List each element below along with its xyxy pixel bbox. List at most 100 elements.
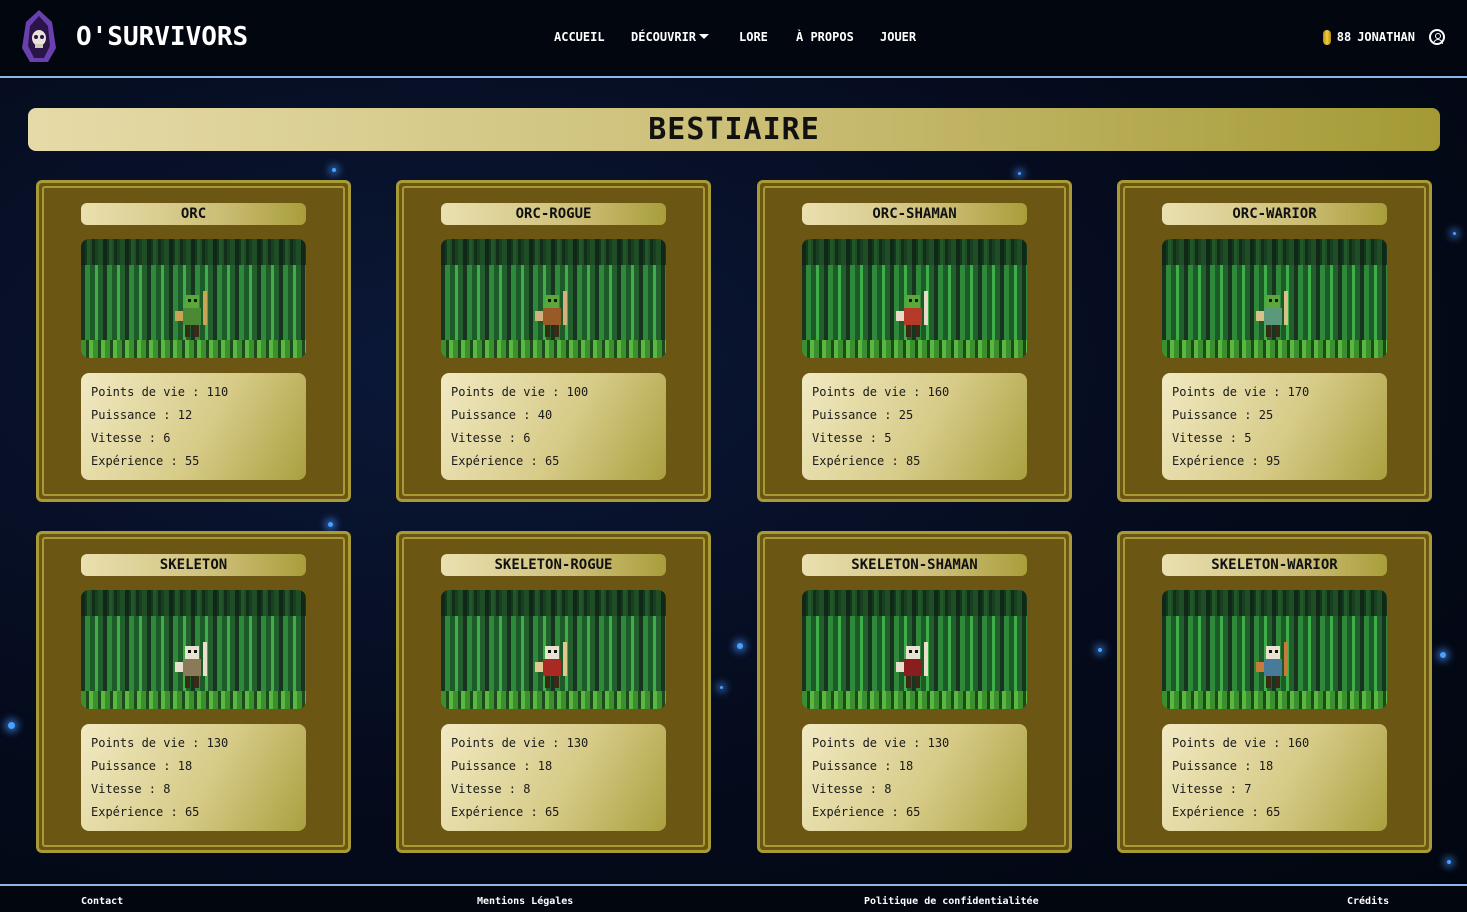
site-footer: Contact Mentions Légales Politique de co…: [0, 884, 1467, 912]
nav-a-propos[interactable]: À PROPOS: [796, 30, 854, 44]
stat-xp-value: 95: [1265, 454, 1281, 468]
nav-decouvrir-label: DÉCOUVRIR: [631, 30, 697, 44]
stat-power: Puissance : 12: [91, 408, 296, 431]
creature-portrait: [802, 239, 1027, 358]
coin-count: 88: [1336, 30, 1352, 44]
stat-hp: Points de vie : 130: [451, 736, 656, 759]
stat-xp-label: Expérience :: [451, 805, 538, 819]
stat-power-value: 18: [177, 759, 193, 773]
stat-xp-label: Expérience :: [91, 805, 178, 819]
creature-portrait: [81, 590, 306, 709]
creature-card[interactable]: ORC-WARIOR Points de vie : 170 Puissance…: [1117, 180, 1432, 502]
stat-speed-label: Vitesse :: [1172, 782, 1238, 796]
creature-portrait: [81, 239, 306, 358]
creature-portrait: [1162, 590, 1387, 709]
stat-power-label: Puissance :: [812, 408, 892, 422]
stat-xp-label: Expérience :: [1172, 805, 1259, 819]
chevron-down-icon: [699, 34, 710, 39]
stat-speed: Vitesse : 8: [812, 782, 1017, 805]
stat-xp: Expérience : 85: [812, 454, 1017, 477]
nav-accueil[interactable]: ACCUEIL: [554, 30, 605, 44]
creature-portrait: [1162, 239, 1387, 358]
creature-card[interactable]: ORC-SHAMAN Points de vie : 160 Puissance…: [757, 180, 1072, 502]
creature-sprite-icon: [535, 291, 567, 337]
user-circle-icon[interactable]: [1429, 29, 1445, 45]
creature-card[interactable]: SKELETON-SHAMAN Points de vie : 130 Puis…: [757, 531, 1072, 853]
stat-power-label: Puissance :: [1172, 408, 1252, 422]
nav-lore[interactable]: LORE: [739, 30, 768, 44]
stat-xp-value: 55: [184, 454, 200, 468]
creature-stats: Points de vie : 170 Puissance : 25 Vites…: [1162, 373, 1387, 480]
creature-stats: Points de vie : 110 Puissance : 12 Vites…: [81, 373, 306, 480]
stat-speed: Vitesse : 7: [1172, 782, 1377, 805]
stat-hp-value: 110: [206, 385, 229, 399]
page-title: BESTIAIRE: [648, 112, 820, 147]
stat-xp-value: 65: [1265, 805, 1281, 819]
stat-xp: Expérience : 65: [451, 805, 656, 828]
creature-card[interactable]: SKELETON-WARIOR Points de vie : 160 Puis…: [1117, 531, 1432, 853]
stat-speed: Vitesse : 6: [91, 431, 296, 454]
creature-stats: Points de vie : 160 Puissance : 18 Vites…: [1162, 724, 1387, 831]
stat-xp-value: 65: [184, 805, 200, 819]
stat-speed-label: Vitesse :: [1172, 431, 1238, 445]
stat-speed-value: 5: [884, 431, 892, 445]
stat-hp-value: 130: [566, 736, 589, 750]
creature-card[interactable]: ORC Points de vie : 110 Puissance : 12 V…: [36, 180, 351, 502]
creature-card[interactable]: SKELETON-ROGUE Points de vie : 130 Puiss…: [396, 531, 711, 853]
stat-power: Puissance : 40: [451, 408, 656, 431]
site-header: O'SURVIVORS ACCUEIL DÉCOUVRIR LORE À PRO…: [0, 0, 1467, 78]
stat-hp-label: Points de vie :: [451, 736, 560, 750]
stat-xp: Expérience : 95: [1172, 454, 1377, 477]
stat-xp-label: Expérience :: [91, 454, 178, 468]
creature-sprite-icon: [175, 291, 207, 337]
stat-speed: Vitesse : 8: [91, 782, 296, 805]
stat-hp-label: Points de vie :: [91, 385, 200, 399]
stat-speed-value: 8: [163, 782, 171, 796]
stat-speed-label: Vitesse :: [451, 782, 517, 796]
stat-xp-value: 85: [905, 454, 921, 468]
stat-power-label: Puissance :: [91, 759, 171, 773]
creature-card[interactable]: SKELETON Points de vie : 130 Puissance :…: [36, 531, 351, 853]
stat-power: Puissance : 18: [812, 759, 1017, 782]
bestiary-grid: ORC Points de vie : 110 Puissance : 12 V…: [36, 180, 1432, 853]
stat-power-value: 18: [1258, 759, 1274, 773]
stat-power: Puissance : 18: [1172, 759, 1377, 782]
user-name: JONATHAN: [1357, 30, 1415, 44]
stat-power: Puissance : 25: [1172, 408, 1377, 431]
creature-name: SKELETON-ROGUE: [441, 554, 666, 576]
creature-sprite-icon: [1256, 291, 1288, 337]
stat-hp-value: 130: [206, 736, 229, 750]
stat-power-value: 18: [537, 759, 553, 773]
stat-speed-value: 6: [163, 431, 171, 445]
stat-hp-label: Points de vie :: [1172, 385, 1281, 399]
creature-stats: Points de vie : 130 Puissance : 18 Vites…: [441, 724, 666, 831]
creature-stats: Points de vie : 130 Puissance : 18 Vites…: [81, 724, 306, 831]
user-menu[interactable]: 88 JONATHAN: [1322, 26, 1445, 48]
stat-xp: Expérience : 65: [812, 805, 1017, 828]
creature-sprite-icon: [535, 642, 567, 688]
stat-power-label: Puissance :: [451, 408, 531, 422]
stat-speed: Vitesse : 5: [812, 431, 1017, 454]
coin-icon: [1322, 29, 1331, 45]
stat-hp: Points de vie : 110: [91, 385, 296, 408]
stat-power-label: Puissance :: [1172, 759, 1252, 773]
stat-xp: Expérience : 65: [451, 454, 656, 477]
stat-hp-value: 170: [1287, 385, 1310, 399]
stat-speed: Vitesse : 6: [451, 431, 656, 454]
creature-stats: Points de vie : 130 Puissance : 18 Vites…: [802, 724, 1027, 831]
nav-jouer[interactable]: JOUER: [880, 30, 916, 44]
stat-xp: Expérience : 55: [91, 454, 296, 477]
stat-hp-value: 100: [566, 385, 589, 399]
stat-speed: Vitesse : 5: [1172, 431, 1377, 454]
footer-link-mentions-legales[interactable]: Mentions Légales: [477, 896, 573, 907]
footer-link-contact[interactable]: Contact: [81, 896, 123, 907]
footer-link-confidentialite[interactable]: Politique de confidentialitée: [864, 896, 1039, 907]
creature-sprite-icon: [896, 642, 928, 688]
stat-power-value: 12: [177, 408, 193, 422]
stat-speed: Vitesse : 8: [451, 782, 656, 805]
nav-decouvrir[interactable]: DÉCOUVRIR: [631, 30, 710, 44]
footer-link-credits[interactable]: Crédits: [1347, 896, 1389, 907]
creature-card[interactable]: ORC-ROGUE Points de vie : 100 Puissance …: [396, 180, 711, 502]
main-nav: ACCUEIL DÉCOUVRIR LORE À PROPOS JOUER: [0, 30, 1467, 50]
stat-power: Puissance : 18: [91, 759, 296, 782]
